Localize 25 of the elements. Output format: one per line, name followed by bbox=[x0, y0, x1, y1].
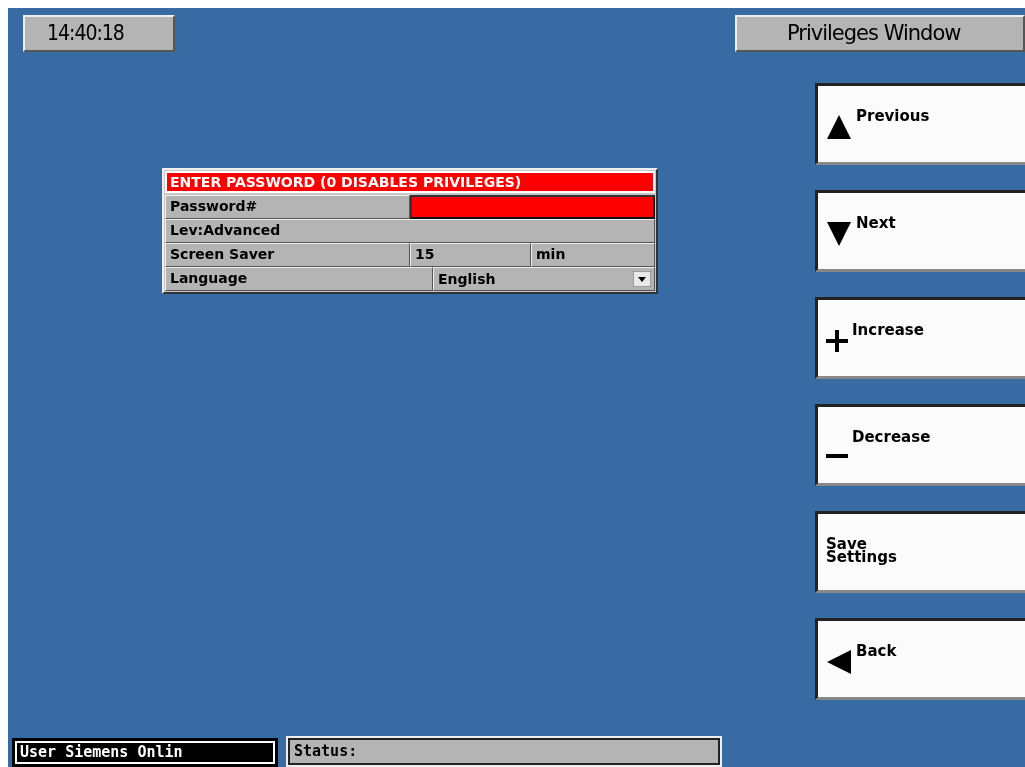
plus-icon bbox=[826, 330, 848, 352]
down-triangle-icon bbox=[826, 221, 852, 247]
softkey-button[interactable]: Save Settings bbox=[815, 511, 1025, 593]
minus-icon bbox=[826, 454, 848, 458]
clock-display: 14:40:18 bbox=[23, 15, 175, 52]
up-triangle-icon bbox=[826, 114, 852, 140]
value-field[interactable]: 15 bbox=[410, 243, 531, 267]
field-label: Password# bbox=[165, 195, 410, 219]
user-status: User Siemens Onlin bbox=[12, 738, 278, 767]
field-label: Language bbox=[165, 267, 433, 291]
softkey-button[interactable]: Increase bbox=[815, 297, 1025, 379]
level-label: Lev:Advanced bbox=[165, 219, 655, 243]
field-label: Screen Saver bbox=[165, 243, 410, 267]
softkey-button[interactable]: Back bbox=[815, 618, 1025, 700]
password-field[interactable] bbox=[410, 195, 655, 219]
softkey-button[interactable]: Decrease bbox=[815, 404, 1025, 486]
left-triangle-icon bbox=[826, 649, 852, 675]
language-dropdown[interactable]: English bbox=[433, 267, 655, 291]
status-field: Status: bbox=[288, 738, 720, 765]
panel-heading: ENTER PASSWORD (0 DISABLES PRIVILEGES) bbox=[165, 171, 655, 193]
window-title: Privileges Window bbox=[735, 15, 1025, 52]
unit-label: min bbox=[531, 243, 655, 267]
softkey-button[interactable]: Next bbox=[815, 190, 1025, 272]
softkey-button[interactable]: Previous bbox=[815, 83, 1025, 165]
dropdown-arrow-icon bbox=[633, 271, 651, 287]
